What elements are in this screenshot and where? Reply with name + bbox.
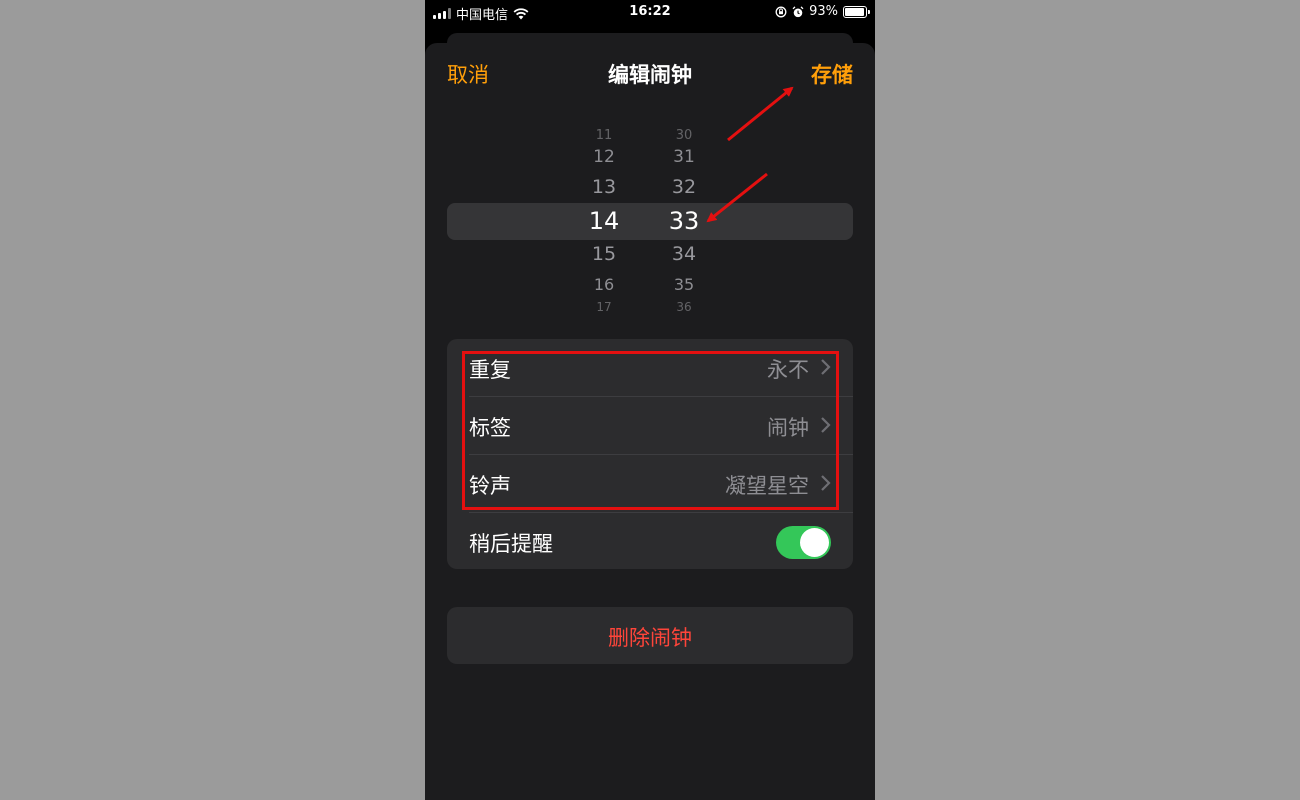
battery-fill	[845, 7, 864, 16]
status-bar: 中国电信 16:22 93%	[425, 0, 875, 24]
snooze-toggle[interactable]	[776, 526, 831, 559]
minute-option[interactable]: 32	[659, 176, 709, 199]
snooze-row: 稍后提醒	[447, 513, 853, 569]
annotation-highlight-box	[462, 351, 839, 510]
snooze-label: 稍后提醒	[469, 532, 553, 556]
rotation-lock-icon	[775, 6, 787, 17]
save-button[interactable]: 存储	[811, 59, 853, 89]
minute-option[interactable]: 35	[659, 275, 709, 295]
status-right: 93%	[775, 4, 870, 19]
minute-option[interactable]: 31	[659, 147, 709, 168]
battery-icon	[843, 5, 870, 18]
minute-option[interactable]: 36	[659, 299, 709, 315]
alarm-icon	[792, 5, 804, 17]
hour-option[interactable]: 12	[579, 147, 629, 168]
hour-option[interactable]: 11	[579, 127, 629, 144]
hour-option[interactable]: 15	[579, 243, 629, 266]
hour-option[interactable]: 17	[579, 299, 629, 315]
battery-percent: 93%	[809, 4, 838, 19]
hour-option[interactable]: 16	[579, 275, 629, 295]
toggle-knob	[800, 528, 829, 557]
nav-bar: 取消 编辑闹钟 存储	[425, 43, 875, 103]
delete-alarm-label: 删除闹钟	[608, 626, 692, 650]
minute-option[interactable]: 33	[659, 207, 709, 235]
hour-option[interactable]: 14	[579, 207, 629, 235]
hour-option[interactable]: 13	[579, 176, 629, 199]
page-title: 编辑闹钟	[608, 63, 692, 87]
delete-alarm-button[interactable]: 删除闹钟	[447, 607, 853, 664]
picker-selection-band	[447, 203, 853, 240]
minute-option[interactable]: 34	[659, 243, 709, 266]
minute-option[interactable]: 30	[659, 127, 709, 144]
